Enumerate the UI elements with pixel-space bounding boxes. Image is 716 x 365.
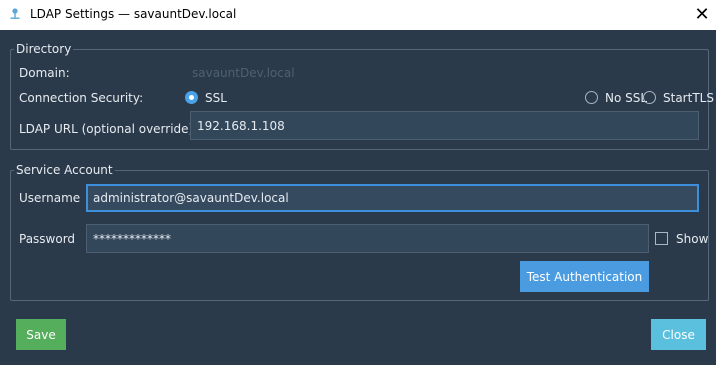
starttls-radio[interactable] bbox=[643, 91, 656, 104]
service-account-legend: Service Account bbox=[16, 163, 113, 177]
save-button[interactable]: Save bbox=[16, 319, 66, 350]
show-password-checkbox[interactable] bbox=[655, 232, 668, 245]
password-input[interactable] bbox=[86, 224, 649, 253]
app-icon bbox=[10, 8, 20, 19]
domain-value: savauntDev.local bbox=[192, 66, 295, 80]
ldap-url-input[interactable] bbox=[190, 111, 699, 140]
username-label: Username bbox=[19, 191, 81, 205]
username-input[interactable] bbox=[86, 184, 699, 212]
starttls-radio-label[interactable]: StartTLS bbox=[663, 91, 714, 105]
test-authentication-button[interactable]: Test Authentication bbox=[520, 261, 649, 292]
show-password-label[interactable]: Show bbox=[676, 232, 708, 246]
no-ssl-radio[interactable] bbox=[585, 91, 598, 104]
domain-label: Domain: bbox=[19, 66, 70, 80]
ssl-radio-label[interactable]: SSL bbox=[205, 91, 227, 105]
close-button[interactable]: Close bbox=[651, 319, 706, 350]
window-title: LDAP Settings — savauntDev.local bbox=[30, 7, 237, 21]
no-ssl-radio-label[interactable]: No SSL bbox=[605, 91, 647, 105]
ldap-settings-dialog: Directory Domain: savauntDev.local Conne… bbox=[0, 30, 716, 365]
close-icon[interactable]: ✕ bbox=[690, 2, 714, 28]
title-bar: LDAP Settings — savauntDev.local ✕ bbox=[0, 0, 716, 30]
ssl-radio[interactable] bbox=[185, 91, 198, 104]
ldap-url-label: LDAP URL (optional override): bbox=[19, 122, 198, 136]
directory-legend: Directory bbox=[16, 42, 72, 56]
password-label: Password bbox=[19, 232, 76, 246]
connection-security-label: Connection Security: bbox=[19, 91, 144, 105]
